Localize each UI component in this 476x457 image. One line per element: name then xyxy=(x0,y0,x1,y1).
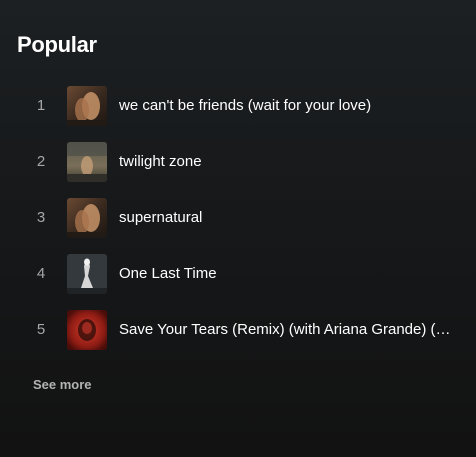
popular-section: Popular 1 we can't be friends (wait for … xyxy=(0,0,476,457)
twilight-zone-cover-icon xyxy=(67,142,107,182)
track-title[interactable]: One Last Time xyxy=(119,246,451,302)
track-number: 4 xyxy=(36,265,46,282)
track-number: 3 xyxy=(36,209,46,226)
album-art[interactable] xyxy=(67,198,107,238)
my-everything-cover-icon xyxy=(67,254,107,294)
track-list: 1 we can't be friends (wait for your lov… xyxy=(0,78,476,358)
track-row[interactable]: 5 Save Your Tears (Remix) (with Ariana G… xyxy=(0,302,476,358)
album-art[interactable] xyxy=(67,86,107,126)
see-more-button[interactable]: See more xyxy=(33,377,92,392)
after-hours-cover-icon xyxy=(67,310,107,350)
album-art[interactable] xyxy=(67,310,107,350)
track-title[interactable]: Save Your Tears (Remix) (with Ariana Gra… xyxy=(119,302,451,358)
album-art[interactable] xyxy=(67,142,107,182)
track-row[interactable]: 3 supernatural xyxy=(0,190,476,246)
eternal-sunshine-cover-icon xyxy=(67,198,107,238)
eternal-sunshine-cover-icon xyxy=(67,86,107,126)
track-title[interactable]: twilight zone xyxy=(119,134,451,190)
track-row[interactable]: 1 we can't be friends (wait for your lov… xyxy=(0,78,476,134)
track-number: 5 xyxy=(36,321,46,338)
track-title[interactable]: supernatural xyxy=(119,190,451,246)
track-number: 2 xyxy=(36,153,46,170)
track-row[interactable]: 2 twilight zone xyxy=(0,134,476,190)
track-number: 1 xyxy=(36,97,46,114)
album-art[interactable] xyxy=(67,254,107,294)
section-title: Popular xyxy=(17,32,97,57)
track-row[interactable]: 4 One Last Time xyxy=(0,246,476,302)
track-title[interactable]: we can't be friends (wait for your love) xyxy=(119,78,451,134)
